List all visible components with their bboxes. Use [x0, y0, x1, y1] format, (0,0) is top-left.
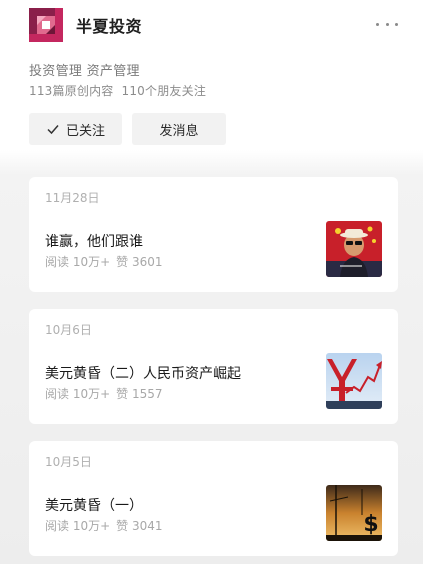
like-count: 赞 3601 [116, 255, 163, 269]
dot-icon [376, 22, 379, 26]
article-title: 美元黄昏（一） [45, 498, 143, 514]
read-count: 阅读 10万+ [45, 255, 111, 269]
portrait-photo-thumbnail[interactable] [326, 221, 382, 277]
dot-icon [395, 22, 398, 26]
account-logo[interactable] [29, 8, 63, 42]
more-options-button[interactable] [374, 14, 400, 34]
message-label: 发消息 [159, 123, 199, 139]
article-card[interactable]: 11月28日 谁赢，他们跟谁 阅读 10万+ 赞 3601 [29, 177, 398, 292]
check-icon [47, 125, 59, 135]
article-card[interactable]: 10月5日 美元黄昏（一） 阅读 10万+ 赞 3041 $ [29, 441, 398, 556]
account-stats: 113篇原创内容 110个朋友关注 [29, 82, 206, 99]
account-tags: 投资管理 资产管理 [29, 64, 140, 79]
like-count: 赞 3041 [116, 519, 163, 533]
send-message-button[interactable]: 发消息 [132, 113, 226, 145]
article-title: 谁赢，他们跟谁 [45, 234, 143, 250]
article-meta: 阅读 10万+ 赞 1557 [45, 385, 163, 402]
profile-header: 半夏投资 投资管理 资产管理 113篇原创内容 110个朋友关注 已关注 发消息 [0, 0, 423, 160]
follow-button[interactable]: 已关注 [29, 113, 122, 145]
article-title: 美元黄昏（二）人民币资产崛起 [45, 366, 241, 382]
svg-text:$: $ [363, 512, 378, 537]
article-date: 10月6日 [45, 323, 92, 337]
article-meta: 阅读 10万+ 赞 3601 [45, 253, 163, 270]
like-count: 赞 1557 [116, 387, 163, 401]
dot-icon [385, 22, 389, 26]
account-name: 半夏投资 [76, 17, 143, 36]
original-count: 113篇原创内容 [29, 84, 114, 98]
article-date: 10月5日 [45, 455, 92, 469]
friends-following: 110个朋友关注 [121, 84, 207, 98]
read-count: 阅读 10万+ [45, 519, 111, 533]
dollar-sunset-photo-thumbnail[interactable]: $ [326, 485, 382, 541]
read-count: 阅读 10万+ [45, 387, 111, 401]
article-date: 11月28日 [45, 191, 100, 205]
article-card[interactable]: 10月6日 美元黄昏（二）人民币资产崛起 阅读 10万+ 赞 1557 [29, 309, 398, 424]
yuan-chart-photo-thumbnail[interactable] [326, 353, 382, 409]
follow-label: 已关注 [65, 123, 105, 139]
article-meta: 阅读 10万+ 赞 3041 [45, 517, 163, 534]
